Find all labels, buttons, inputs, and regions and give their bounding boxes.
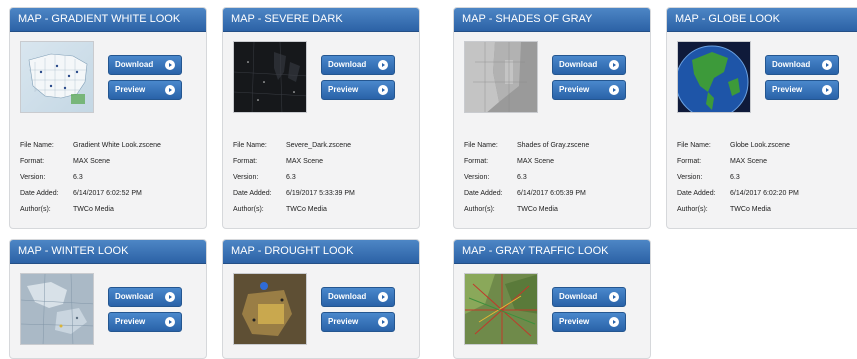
preview-button[interactable]: Preview: [552, 312, 626, 332]
map-gray-traffic-thumbnail[interactable]: [464, 273, 538, 345]
map-gradient-white-thumbnail[interactable]: [20, 41, 94, 113]
authors-value: TWCo Media: [73, 206, 114, 213]
download-button[interactable]: Download: [552, 55, 626, 75]
format-value: MAX Scene: [517, 158, 554, 165]
version-value: 6.3: [517, 174, 527, 181]
arrow-right-icon: [165, 292, 175, 302]
arrow-right-icon: [165, 85, 175, 95]
date-added-value: 6/19/2017 5:33:39 PM: [286, 190, 355, 197]
preview-button[interactable]: Preview: [108, 312, 182, 332]
arrow-right-icon: [609, 60, 619, 70]
arrow-right-icon: [609, 85, 619, 95]
format-value: MAX Scene: [286, 158, 323, 165]
download-button[interactable]: Download: [552, 287, 626, 307]
card-title: MAP - GRADIENT WHITE LOOK: [10, 8, 206, 32]
version-value: 6.3: [286, 174, 296, 181]
arrow-right-icon: [378, 60, 388, 70]
card-gray-traffic-look: MAP - GRAY TRAFFIC LOOK Download Preview: [453, 239, 651, 359]
map-severe-dark-thumbnail[interactable]: [233, 41, 307, 113]
format-value: MAX Scene: [730, 158, 767, 165]
download-button[interactable]: Download: [321, 287, 395, 307]
preview-button[interactable]: Preview: [321, 312, 395, 332]
card-title: MAP - SHADES OF GRAY: [454, 8, 650, 32]
version-value: 6.3: [73, 174, 83, 181]
card-gradient-white-look: MAP - GRADIENT WHITE LOOK Download Previ…: [9, 7, 207, 229]
file-details: File Name: Globe Look.zscene Format: MAX S…: [677, 138, 799, 218]
card-severe-dark: MAP - SEVERE DARK Download Preview File …: [222, 7, 420, 229]
date-added-value: 6/14/2017 6:02:20 PM: [730, 190, 799, 197]
card-shades-of-gray: MAP - SHADES OF GRAY Download Preview Fi…: [453, 7, 651, 229]
download-button[interactable]: Download: [321, 55, 395, 75]
card-title: MAP - WINTER LOOK: [10, 240, 206, 264]
file-details: File Name: Severe_Dark.zscene Format: MAX …: [233, 138, 355, 218]
format-value: MAX Scene: [73, 158, 110, 165]
download-button[interactable]: Download: [765, 55, 839, 75]
file-name-value: Gradient White Look.zscene: [73, 142, 161, 149]
authors-value: TWCo Media: [286, 206, 327, 213]
card-title: MAP - DROUGHT LOOK: [223, 240, 419, 264]
arrow-right-icon: [609, 317, 619, 327]
arrow-right-icon: [378, 317, 388, 327]
download-button[interactable]: Download: [108, 287, 182, 307]
card-winter-look: MAP - WINTER LOOK Download Preview: [9, 239, 207, 359]
version-value: 6.3: [730, 174, 740, 181]
authors-value: TWCo Media: [730, 206, 771, 213]
card-title: MAP - SEVERE DARK: [223, 8, 419, 32]
file-name-value: Severe_Dark.zscene: [286, 142, 351, 149]
file-details: File Name: Shades of Gray.zscene Format: M…: [464, 138, 589, 218]
arrow-right-icon: [165, 60, 175, 70]
map-winter-thumbnail[interactable]: [20, 273, 94, 345]
file-name-value: Globe Look.zscene: [730, 142, 790, 149]
authors-value: TWCo Media: [517, 206, 558, 213]
map-drought-thumbnail[interactable]: [233, 273, 307, 345]
arrow-right-icon: [609, 292, 619, 302]
arrow-right-icon: [378, 292, 388, 302]
card-title: MAP - GLOBE LOOK: [667, 8, 857, 32]
arrow-right-icon: [822, 85, 832, 95]
card-globe-look: MAP - GLOBE LOOK Download Preview File N…: [666, 7, 857, 229]
preview-button[interactable]: Preview: [552, 80, 626, 100]
preview-button[interactable]: Preview: [108, 80, 182, 100]
download-button[interactable]: Download: [108, 55, 182, 75]
file-name-value: Shades of Gray.zscene: [517, 142, 590, 149]
preview-button[interactable]: Preview: [765, 80, 839, 100]
arrow-right-icon: [822, 60, 832, 70]
map-shades-of-gray-thumbnail[interactable]: [464, 41, 538, 113]
date-added-value: 6/14/2017 6:02:52 PM: [73, 190, 142, 197]
map-globe-thumbnail[interactable]: [677, 41, 751, 113]
arrow-right-icon: [378, 85, 388, 95]
preview-button[interactable]: Preview: [321, 80, 395, 100]
date-added-value: 6/14/2017 6:05:39 PM: [517, 190, 586, 197]
card-drought-look: MAP - DROUGHT LOOK Download Preview: [222, 239, 420, 359]
arrow-right-icon: [165, 317, 175, 327]
card-title: MAP - GRAY TRAFFIC LOOK: [454, 240, 650, 264]
file-details: File Name: Gradient White Look.zscene For…: [20, 138, 161, 218]
